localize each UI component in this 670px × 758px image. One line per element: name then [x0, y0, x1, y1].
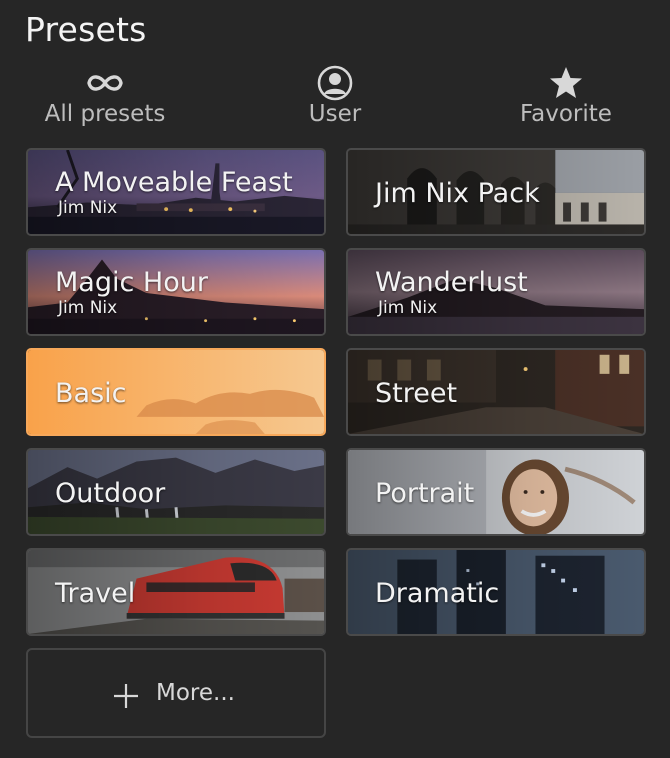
filter-label: Favorite — [520, 101, 612, 127]
preset-name: Basic — [55, 378, 127, 409]
preset-card-portrait[interactable]: Portrait — [346, 448, 646, 536]
more-label: More... — [156, 680, 235, 706]
filter-favorite[interactable]: Favorite — [476, 62, 656, 132]
page-title: Presets — [25, 10, 147, 49]
preset-author: Jim Nix — [58, 198, 118, 218]
preset-name: Jim Nix Pack — [375, 178, 540, 209]
preset-card-wanderlust[interactable]: Wanderlust Jim Nix — [346, 248, 646, 336]
preset-name: Outdoor — [55, 478, 166, 509]
preset-name: A Moveable Feast — [55, 167, 293, 198]
preset-card-magic-hour[interactable]: Magic Hour Jim Nix — [26, 248, 326, 336]
preset-name: Magic Hour — [55, 267, 208, 298]
filter-label: All presets — [44, 101, 166, 127]
preset-author: Jim Nix — [378, 298, 438, 318]
filter-label: User — [308, 101, 362, 127]
preset-card-basic[interactable]: Basic — [26, 348, 326, 436]
preset-name: Wanderlust — [375, 267, 528, 298]
star-icon — [550, 67, 582, 98]
preset-filter-bar: All presets User Favorite — [0, 62, 670, 132]
preset-name: Street — [375, 378, 458, 409]
preset-card-dramatic[interactable]: Dramatic — [346, 548, 646, 636]
more-presets-button[interactable]: More... — [26, 648, 326, 738]
user-icon — [317, 65, 353, 101]
preset-card-outdoor[interactable]: Outdoor — [26, 448, 326, 536]
filter-user[interactable]: User — [245, 62, 425, 132]
preset-card-jim-nix-pack[interactable]: Jim Nix Pack — [346, 148, 646, 236]
preset-name: Dramatic — [375, 578, 500, 609]
preset-card-street[interactable]: Street — [346, 348, 646, 436]
preset-card-a-moveable-feast[interactable]: A Moveable Feast Jim Nix — [26, 148, 326, 236]
preset-author: Jim Nix — [58, 298, 118, 318]
preset-name: Travel — [55, 578, 136, 609]
filter-all-presets[interactable]: All presets — [15, 62, 195, 132]
infinity-icon — [87, 75, 123, 91]
preset-card-travel[interactable]: Travel — [26, 548, 326, 636]
plus-icon — [114, 684, 138, 708]
preset-name: Portrait — [375, 478, 475, 509]
